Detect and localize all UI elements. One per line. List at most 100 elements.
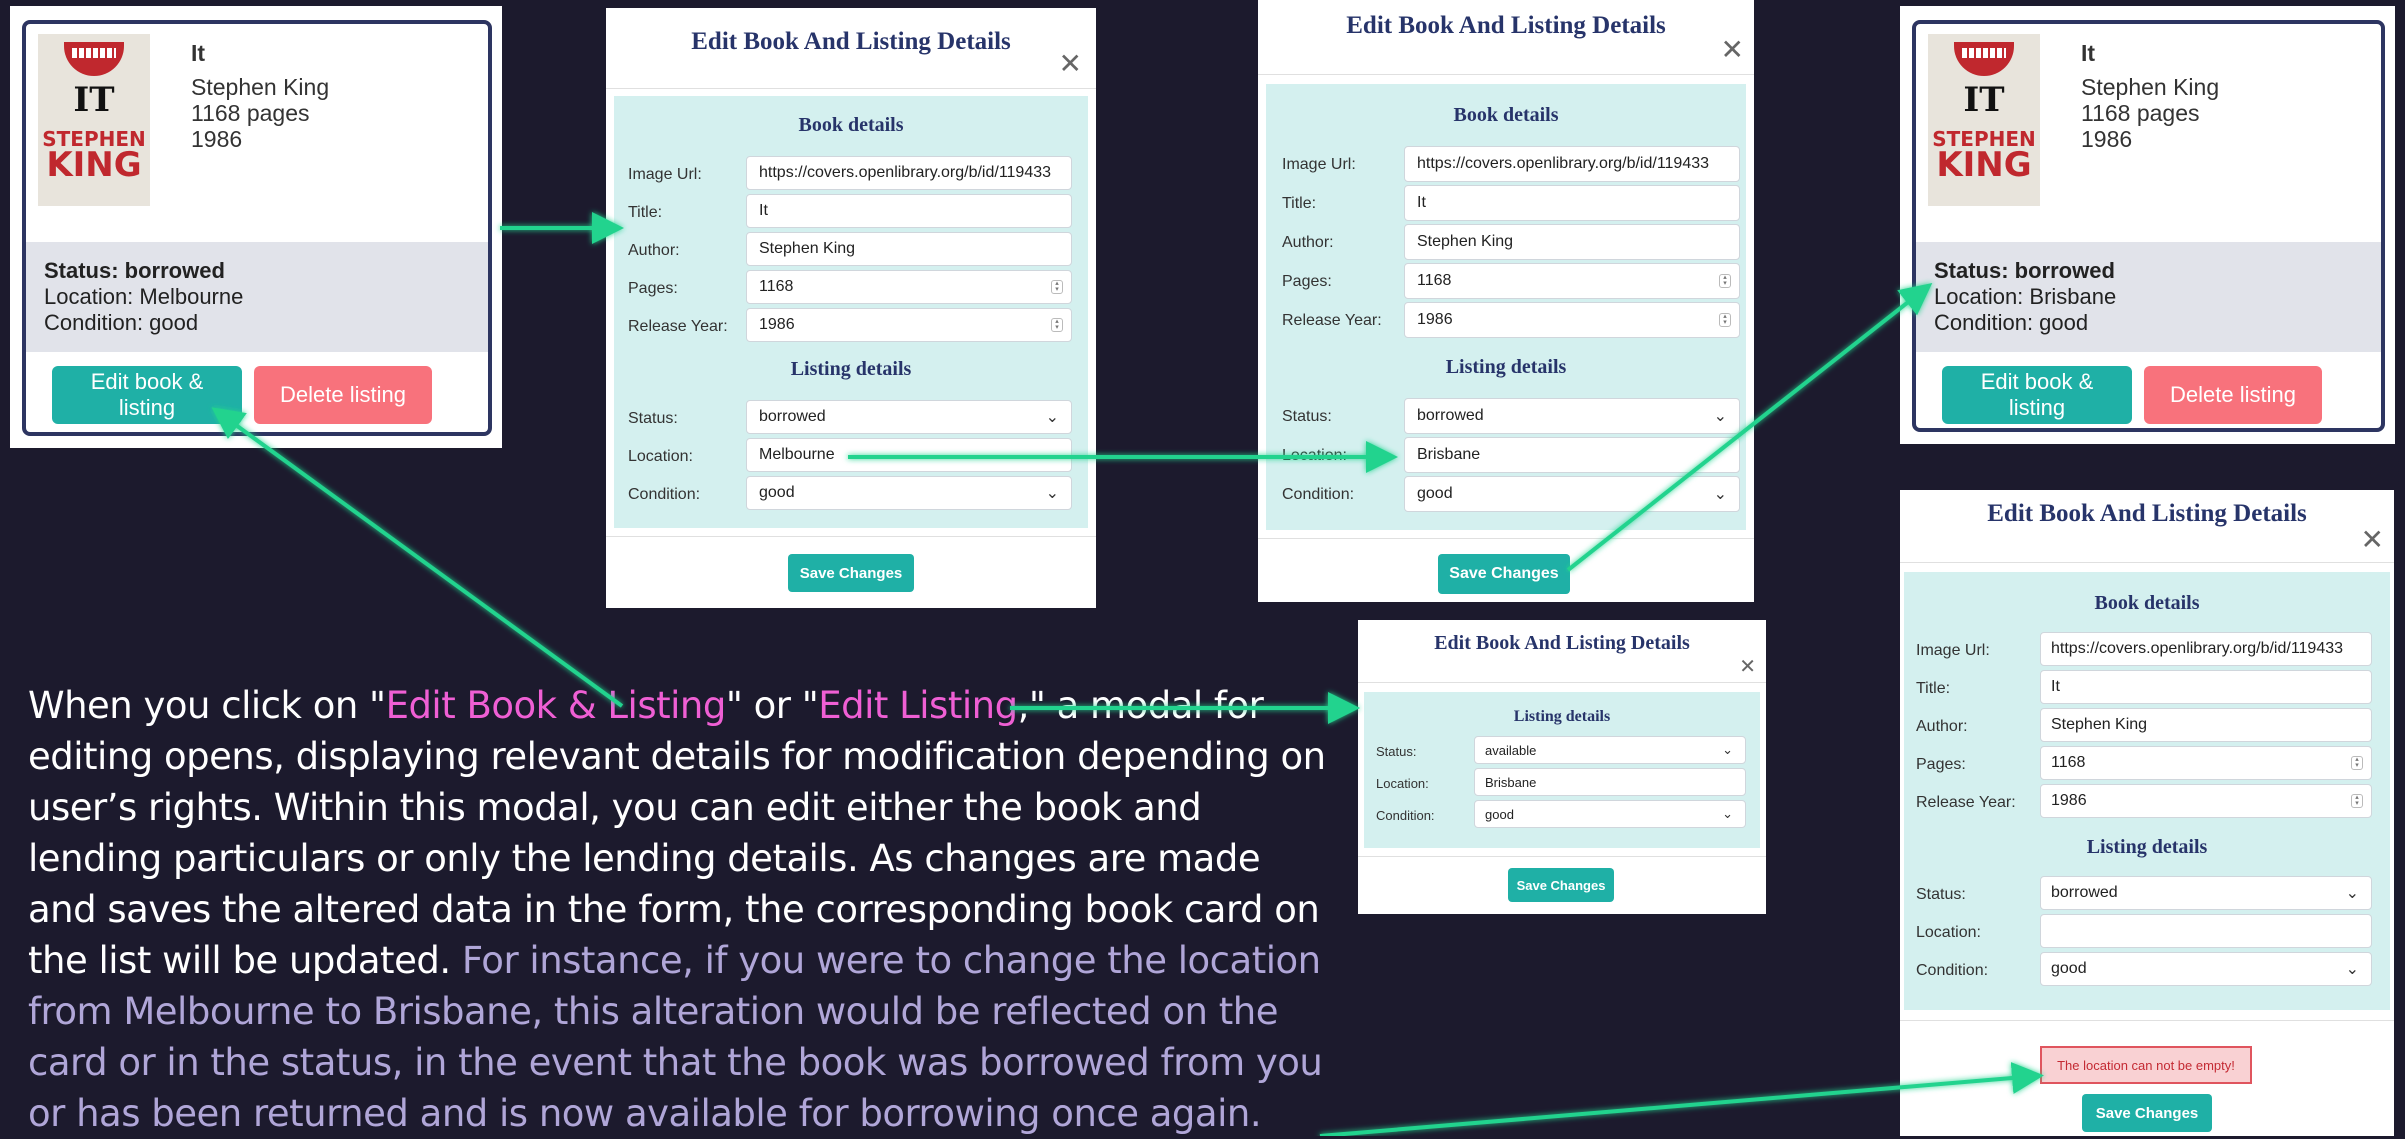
modal-title: Edit Book And Listing Details <box>1346 12 1666 39</box>
delete-listing-button[interactable]: Delete listing <box>2144 366 2322 424</box>
modal-body: Listing details Status: available ⌄ Locati… <box>1364 692 1760 848</box>
condition-select[interactable]: good ⌄ <box>746 476 1072 510</box>
book-cover-image: IT STEPHEN KING <box>1928 34 2040 206</box>
release-year-input[interactable]: 1986 ▴ ▾ <box>2040 784 2372 818</box>
chevron-down-icon: ⌄ <box>1713 486 1727 503</box>
status-select[interactable]: borrowed ⌄ <box>1404 398 1740 434</box>
pages-input[interactable]: 1168 ▴ ▾ <box>2040 746 2372 780</box>
chevron-down-icon: ⌄ <box>1722 806 1733 821</box>
listing-condition: Condition: good <box>44 310 199 335</box>
edit-modal-melbourne: Edit Book And Listing Details ✕ Book det… <box>606 8 1096 608</box>
edit-book-listing-button[interactable]: Edit book & listing <box>1942 366 2132 424</box>
pages-input[interactable]: 1168 ▴ ▾ <box>1404 263 1740 299</box>
status-select[interactable]: available ⌄ <box>1474 736 1746 764</box>
book-info: It Stephen King 1168 pages 1986 <box>2081 40 2219 152</box>
listing-details-heading: Listing details <box>1513 708 1611 725</box>
book-pages: 1168 pages <box>2081 100 2200 126</box>
edit-book-listing-highlight: Edit Book & Listing <box>385 684 727 727</box>
edit-modal-error: Edit Book And Listing Details ✕ Book det… <box>1900 490 2394 1136</box>
listing-info: Status: borrowed Location: Brisbane Cond… <box>1916 242 2381 352</box>
stepper-icon[interactable]: ▴ ▾ <box>1719 313 1731 327</box>
image-url-input[interactable]: https://covers.openlibrary.org/b/id/1194… <box>1404 146 1740 182</box>
stepper-icon[interactable]: ▴ ▾ <box>2351 794 2363 808</box>
stepper-icon[interactable]: ▴ ▾ <box>1051 280 1063 294</box>
title-input[interactable]: It <box>1404 185 1740 221</box>
release-year-input[interactable]: 1986 ▴ ▾ <box>1404 302 1740 338</box>
location-input[interactable]: Brisbane <box>1474 768 1746 796</box>
close-icon[interactable]: ✕ <box>1059 50 1082 78</box>
save-changes-button[interactable]: Save Changes <box>788 554 914 592</box>
listing-details-heading: Listing details <box>1445 356 1567 378</box>
chevron-down-icon: ⌄ <box>1045 409 1059 426</box>
chevron-down-icon: ⌄ <box>2345 885 2359 902</box>
book-cover-image: IT STEPHEN KING <box>38 34 150 206</box>
book-card-before-panel: IT STEPHEN KING It Stephen King 1168 page… <box>10 6 502 448</box>
author-input[interactable]: Stephen King <box>2040 708 2372 742</box>
stepper-icon[interactable]: ▴ ▾ <box>1051 318 1063 332</box>
edit-book-listing-button[interactable]: Edit book & listing <box>52 366 242 424</box>
modal-body: Book details Image Url: https://covers.op… <box>1266 84 1746 530</box>
image-url-input[interactable]: https://covers.openlibrary.org/b/id/1194… <box>746 156 1072 190</box>
stepper-icon[interactable]: ▴ ▾ <box>2351 756 2363 770</box>
condition-select[interactable]: good ⌄ <box>1404 476 1740 512</box>
book-year: 1986 <box>191 126 243 152</box>
close-icon[interactable]: ✕ <box>1739 656 1756 676</box>
listing-location: Location: Melbourne <box>44 284 244 309</box>
save-changes-button[interactable]: Save Changes <box>2082 1094 2212 1132</box>
stepper-icon[interactable]: ▴ ▾ <box>1719 274 1731 288</box>
location-input[interactable] <box>2040 914 2372 948</box>
location-input[interactable]: Melbourne <box>746 438 1072 472</box>
description-text: When you click on "Edit Book & Listing" … <box>28 684 1326 1135</box>
listing-details-heading: Listing details <box>2086 836 2208 858</box>
book-card: IT STEPHEN KING It Stephen King 1168 page… <box>1912 20 2385 432</box>
modal-body: Book details Image Url: https://covers.op… <box>1904 572 2390 1010</box>
pages-input[interactable]: 1168 ▴ ▾ <box>746 270 1072 304</box>
arrow-text-to-edit-button <box>211 407 624 708</box>
edit-modal-brisbane: Edit Book And Listing Details ✕ Book det… <box>1258 0 1754 602</box>
book-details-heading: Book details <box>2094 592 2200 614</box>
title-input[interactable]: It <box>746 194 1072 228</box>
book-author: Stephen King <box>2081 74 2220 100</box>
chevron-down-icon: ⌄ <box>1045 485 1059 502</box>
modal-title: Edit Book And Listing Details <box>691 28 1011 55</box>
save-changes-button[interactable]: Save Changes <box>1438 554 1570 594</box>
condition-select[interactable]: good ⌄ <box>1474 800 1746 828</box>
book-year: 1986 <box>2081 126 2133 152</box>
modal-title: Edit Book And Listing Details <box>1987 500 2307 527</box>
book-author: Stephen King <box>191 74 330 100</box>
close-icon[interactable]: ✕ <box>2361 526 2384 554</box>
book-info: It Stephen King 1168 pages 1986 <box>191 40 329 152</box>
listing-status: Status: borrowed <box>44 258 225 283</box>
book-details-heading: Book details <box>1453 104 1559 126</box>
listing-condition: Condition: good <box>1934 310 2089 335</box>
book-title: It <box>191 40 206 66</box>
listing-details-heading: Listing details <box>790 358 912 380</box>
book-card: IT STEPHEN KING It Stephen King 1168 page… <box>22 20 492 436</box>
modal-title: Edit Book And Listing Details <box>1434 632 1690 654</box>
edit-listing-highlight: Edit Listing <box>818 684 1018 727</box>
chevron-down-icon: ⌄ <box>1713 408 1727 425</box>
modal-body: Book details Image Url: https://covers.op… <box>614 96 1088 528</box>
listing-location: Location: Brisbane <box>1934 284 2117 309</box>
location-input[interactable]: Brisbane <box>1404 437 1740 473</box>
listing-status: Status: borrowed <box>1934 258 2115 283</box>
book-details-heading: Book details <box>798 114 904 136</box>
location-error-message: The location can not be empty! <box>2040 1046 2252 1084</box>
close-icon[interactable]: ✕ <box>1721 36 1744 64</box>
condition-select[interactable]: good ⌄ <box>2040 952 2372 986</box>
title-input[interactable]: It <box>2040 670 2372 704</box>
chevron-down-icon: ⌄ <box>1722 742 1733 757</box>
book-pages: 1168 pages <box>191 100 310 126</box>
image-url-input[interactable]: https://covers.openlibrary.org/b/id/1194… <box>2040 632 2372 666</box>
book-card-after-panel: IT STEPHEN KING It Stephen King 1168 page… <box>1900 6 2395 444</box>
delete-listing-button[interactable]: Delete listing <box>254 366 432 424</box>
author-input[interactable]: Stephen King <box>746 232 1072 266</box>
edit-listing-modal: Edit Book And Listing Details ✕ Listing … <box>1358 620 1766 914</box>
save-changes-button[interactable]: Save Changes <box>1508 868 1614 902</box>
status-select[interactable]: borrowed ⌄ <box>2040 876 2372 910</box>
status-select[interactable]: borrowed ⌄ <box>746 400 1072 434</box>
book-title: It <box>2081 40 2096 66</box>
release-year-input[interactable]: 1986 ▴ ▾ <box>746 308 1072 342</box>
author-input[interactable]: Stephen King <box>1404 224 1740 260</box>
chevron-down-icon: ⌄ <box>2345 961 2359 978</box>
